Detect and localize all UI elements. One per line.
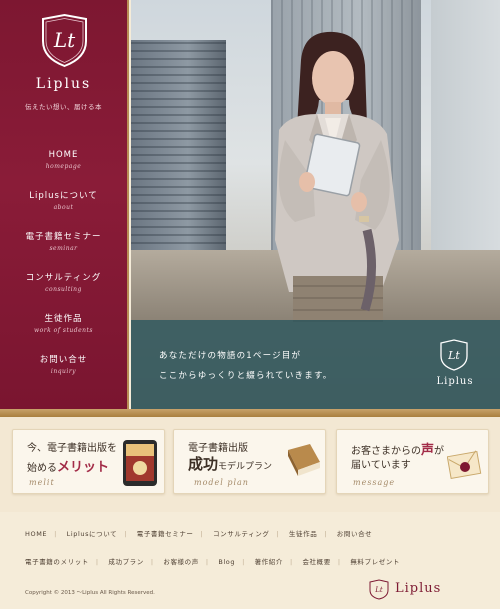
brand-name: Liplus — [35, 76, 92, 92]
footer-link-merit[interactable]: 電子書籍のメリット — [25, 558, 89, 566]
shield-logo-icon[interactable]: Lt — [369, 579, 389, 600]
footer-link-voice[interactable]: お客様の声 — [163, 558, 199, 566]
feature-cards: 今、電子書籍出版を 始めるメリット melit 電子書籍出版 成功モデルプラン … — [0, 417, 500, 512]
card-title-line1: 電子書籍出版 — [188, 443, 248, 454]
separator: | — [95, 558, 99, 566]
svg-text:Lt: Lt — [53, 28, 76, 52]
card-title-accent: 声 — [421, 443, 435, 458]
footer-link-home[interactable]: HOME — [25, 530, 47, 538]
card-title-suffix: が — [434, 446, 445, 457]
sidebar-item-inquiry[interactable]: お問い合せ inquiry — [0, 353, 127, 375]
footer-link-present[interactable]: 無料プレゼント — [350, 558, 400, 566]
separator: | — [150, 558, 154, 566]
sidebar-item-sub: homepage — [45, 163, 82, 170]
card-model-plan[interactable]: 電子書籍出版 成功モデルプラン model plan — [173, 429, 326, 494]
separator: | — [276, 530, 280, 538]
sidebar-item-consulting[interactable]: コンサルティング consulting — [0, 271, 127, 293]
card-title-line1: 今、電子書籍出版を — [27, 443, 117, 454]
envelope-icon — [447, 450, 482, 480]
footer-link-seminar[interactable]: 電子書籍セミナー — [137, 530, 194, 538]
gold-divider — [0, 409, 500, 417]
card-title-line2: 届いています — [351, 460, 411, 471]
card-en-label: model plan — [194, 478, 249, 487]
card-en-label: message — [353, 478, 396, 487]
sidebar-item-label: お問い合せ — [39, 355, 88, 365]
footer-brand-name[interactable]: Liplus — [395, 581, 441, 596]
card-title-line2: 始めるメリット — [27, 456, 109, 475]
footer-link-company[interactable]: 会社概要 — [302, 558, 330, 566]
card-title-big: 成功 — [188, 455, 219, 473]
sidebar-item-sub: consulting — [45, 286, 82, 293]
brand-tagline: 伝えたい想い、届ける本 — [25, 103, 102, 111]
sidebar-item-label: 電子書籍セミナー — [25, 232, 102, 242]
footer-nav-row1: HOME | Liplusについて | 電子書籍セミナー | コンサルティング | 生徒… — [25, 528, 372, 538]
svg-text:Lt: Lt — [374, 586, 383, 594]
card-en-label: melit — [29, 478, 55, 487]
separator: | — [289, 558, 293, 566]
footer-link-about[interactable]: Liplusについて — [67, 530, 118, 538]
hero-copy-line1: あなただけの物語の1ページ目が — [159, 351, 302, 361]
shield-logo-icon[interactable]: Lt — [40, 13, 89, 68]
ebook-tablet-icon — [123, 440, 157, 486]
sidebar-item-about[interactable]: Liplusについて about — [0, 189, 127, 211]
hero-copy: あなただけの物語の1ページ目が ここからゆっくりと綴られていきます。 — [159, 346, 333, 386]
card-title-accent: メリット — [57, 460, 110, 475]
sidebar-item-sub: about — [53, 204, 74, 211]
sidebar-item-seminar[interactable]: 電子書籍セミナー seminar — [0, 230, 127, 252]
separator: | — [124, 530, 128, 538]
sidebar-item-home[interactable]: HOME homepage — [0, 150, 127, 170]
book-icon — [288, 444, 320, 476]
footer-link-blog[interactable]: Blog — [218, 558, 235, 566]
card-title-line2: 成功モデルプラン — [188, 453, 272, 474]
card-title-prefix: 始める — [27, 463, 57, 474]
separator: | — [337, 558, 341, 566]
svg-text:Lt: Lt — [447, 349, 460, 362]
card-title-suffix: モデルプラン — [218, 462, 273, 472]
footer-link-consulting[interactable]: コンサルティング — [213, 530, 269, 538]
footer: HOME | Liplusについて | 電子書籍セミナー | コンサルティング | 生徒… — [0, 512, 500, 609]
sidebar-item-label: 生徒作品 — [44, 314, 83, 324]
copyright: Copyright © 2013 ～Liplus All Rights Rese… — [25, 590, 155, 596]
hero-image: あなただけの物語の1ページ目が ここからゆっくりと綴られていきます。 Lt Li… — [131, 0, 500, 409]
hero-logo-text: Liplus — [436, 376, 474, 387]
separator: | — [242, 558, 245, 566]
sidebar: Lt Liplus 伝えたい想い、届ける本 HOME homepage Lipl… — [0, 0, 129, 409]
separator: | — [200, 530, 204, 538]
hero-copy-line2: ここからゆっくりと綴られていきます。 — [159, 371, 333, 381]
footer-link-inquiry[interactable]: お問い合せ — [337, 530, 373, 538]
sidebar-item-works[interactable]: 生徒作品 work of students — [0, 312, 127, 334]
card-message[interactable]: お客さまからの声が 届いています message — [336, 429, 489, 494]
separator: | — [324, 530, 328, 538]
separator: | — [54, 530, 57, 538]
footer-nav-row2: 電子書籍のメリット | 成功プラン | お客様の声 | Blog | 著作紹介 | 会社概… — [25, 556, 400, 566]
sidebar-item-sub: inquiry — [50, 368, 77, 375]
footer-link-works[interactable]: 生徒作品 — [289, 530, 317, 538]
shield-logo-icon: Lt — [440, 339, 468, 371]
sidebar-item-label: Liplusについて — [29, 191, 98, 201]
footer-link-success-plan[interactable]: 成功プラン — [108, 558, 144, 566]
sidebar-item-label: コンサルティング — [25, 273, 102, 283]
sidebar-item-sub: work of students — [34, 327, 93, 334]
woman-with-tablet — [275, 31, 399, 322]
sidebar-item-label: HOME — [48, 150, 79, 160]
sidebar-item-sub: seminar — [49, 245, 78, 252]
separator: | — [205, 558, 209, 566]
card-merit[interactable]: 今、電子書籍出版を 始めるメリット melit — [12, 429, 165, 494]
footer-link-books[interactable]: 著作紹介 — [255, 558, 283, 566]
